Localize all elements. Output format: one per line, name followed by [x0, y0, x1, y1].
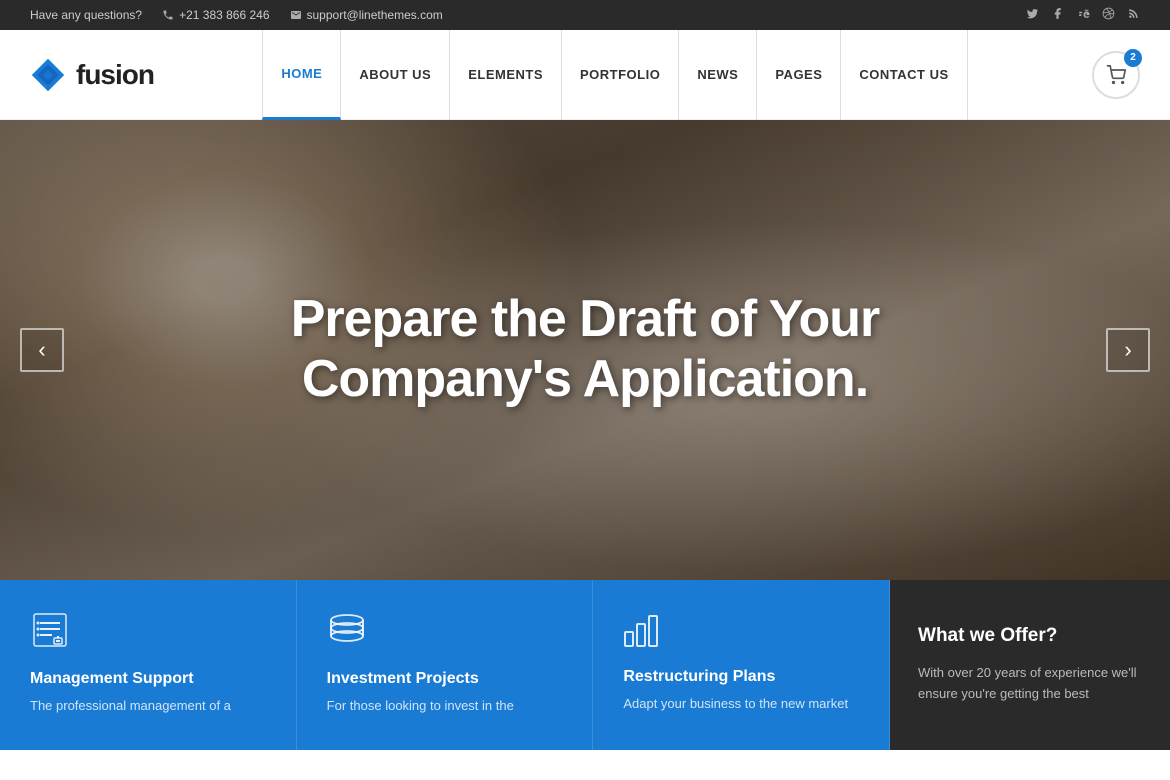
- arrow-left-icon: ‹: [38, 337, 45, 363]
- investment-icon: [327, 610, 367, 656]
- slider-prev-button[interactable]: ‹: [20, 328, 64, 372]
- offer-panel: What we Offer? With over 20 years of exp…: [890, 580, 1170, 750]
- top-bar-left: Have any questions? +21 383 866 246 supp…: [30, 8, 443, 22]
- feature-restructuring-desc: Adapt your business to the new market: [623, 694, 848, 714]
- top-bar: Have any questions? +21 383 866 246 supp…: [0, 0, 1170, 30]
- nav-home[interactable]: HOME: [262, 30, 341, 120]
- management-icon: [30, 610, 70, 656]
- nav-contact[interactable]: CONTACT US: [841, 30, 967, 120]
- nav-pages[interactable]: PAGES: [757, 30, 841, 120]
- hero-title: Prepare the Draft of Your Company's Appl…: [176, 290, 995, 410]
- question-text: Have any questions?: [30, 8, 142, 22]
- feature-investment-title: Investment Projects: [327, 670, 479, 688]
- feature-management: Management Support The professional mana…: [0, 580, 297, 750]
- header: fusion HOME ABOUT US ELEMENTS PORTFOLIO …: [0, 30, 1170, 120]
- twitter-icon[interactable]: [1026, 7, 1039, 23]
- rss-icon[interactable]: [1127, 7, 1140, 23]
- email-info: support@linethemes.com: [290, 8, 443, 22]
- main-nav: HOME ABOUT US ELEMENTS PORTFOLIO NEWS PA…: [262, 30, 967, 120]
- cart-badge: 2: [1124, 49, 1142, 67]
- hero-content: Prepare the Draft of Your Company's Appl…: [176, 290, 995, 410]
- arrow-right-icon: ›: [1124, 337, 1131, 363]
- offer-title: What we Offer?: [918, 625, 1142, 647]
- facebook-icon[interactable]: [1051, 7, 1064, 23]
- top-bar-social: [1026, 7, 1140, 23]
- behance-icon[interactable]: [1076, 7, 1090, 23]
- phone-info: +21 383 866 246: [162, 8, 269, 22]
- feature-management-desc: The professional management of a: [30, 696, 231, 716]
- offer-desc: With over 20 years of experience we'll e…: [918, 663, 1142, 705]
- email-icon: [290, 9, 302, 21]
- nav-about[interactable]: ABOUT US: [341, 30, 450, 120]
- cart-button[interactable]: 2: [1092, 51, 1140, 99]
- features-bar: Management Support The professional mana…: [0, 580, 1170, 750]
- feature-management-title: Management Support: [30, 670, 194, 688]
- feature-investment: Investment Projects For those looking to…: [297, 580, 594, 750]
- nav-elements[interactable]: ELEMENTS: [450, 30, 562, 120]
- logo-text: fusion: [76, 59, 154, 91]
- nav-news[interactable]: NEWS: [679, 30, 757, 120]
- slider-next-button[interactable]: ›: [1106, 328, 1150, 372]
- nav-portfolio[interactable]: PORTFOLIO: [562, 30, 679, 120]
- cart-icon: [1106, 65, 1126, 85]
- logo[interactable]: fusion: [30, 57, 154, 93]
- phone-icon: [162, 9, 174, 21]
- logo-diamond-icon: [30, 57, 66, 93]
- hero-slider: ‹ Prepare the Draft of Your Company's Ap…: [0, 120, 1170, 580]
- dribbble-icon[interactable]: [1102, 7, 1115, 23]
- feature-investment-desc: For those looking to invest in the: [327, 696, 514, 716]
- feature-restructuring: Restructuring Plans Adapt your business …: [593, 580, 890, 750]
- feature-restructuring-title: Restructuring Plans: [623, 668, 775, 686]
- restructuring-icon: [623, 610, 659, 654]
